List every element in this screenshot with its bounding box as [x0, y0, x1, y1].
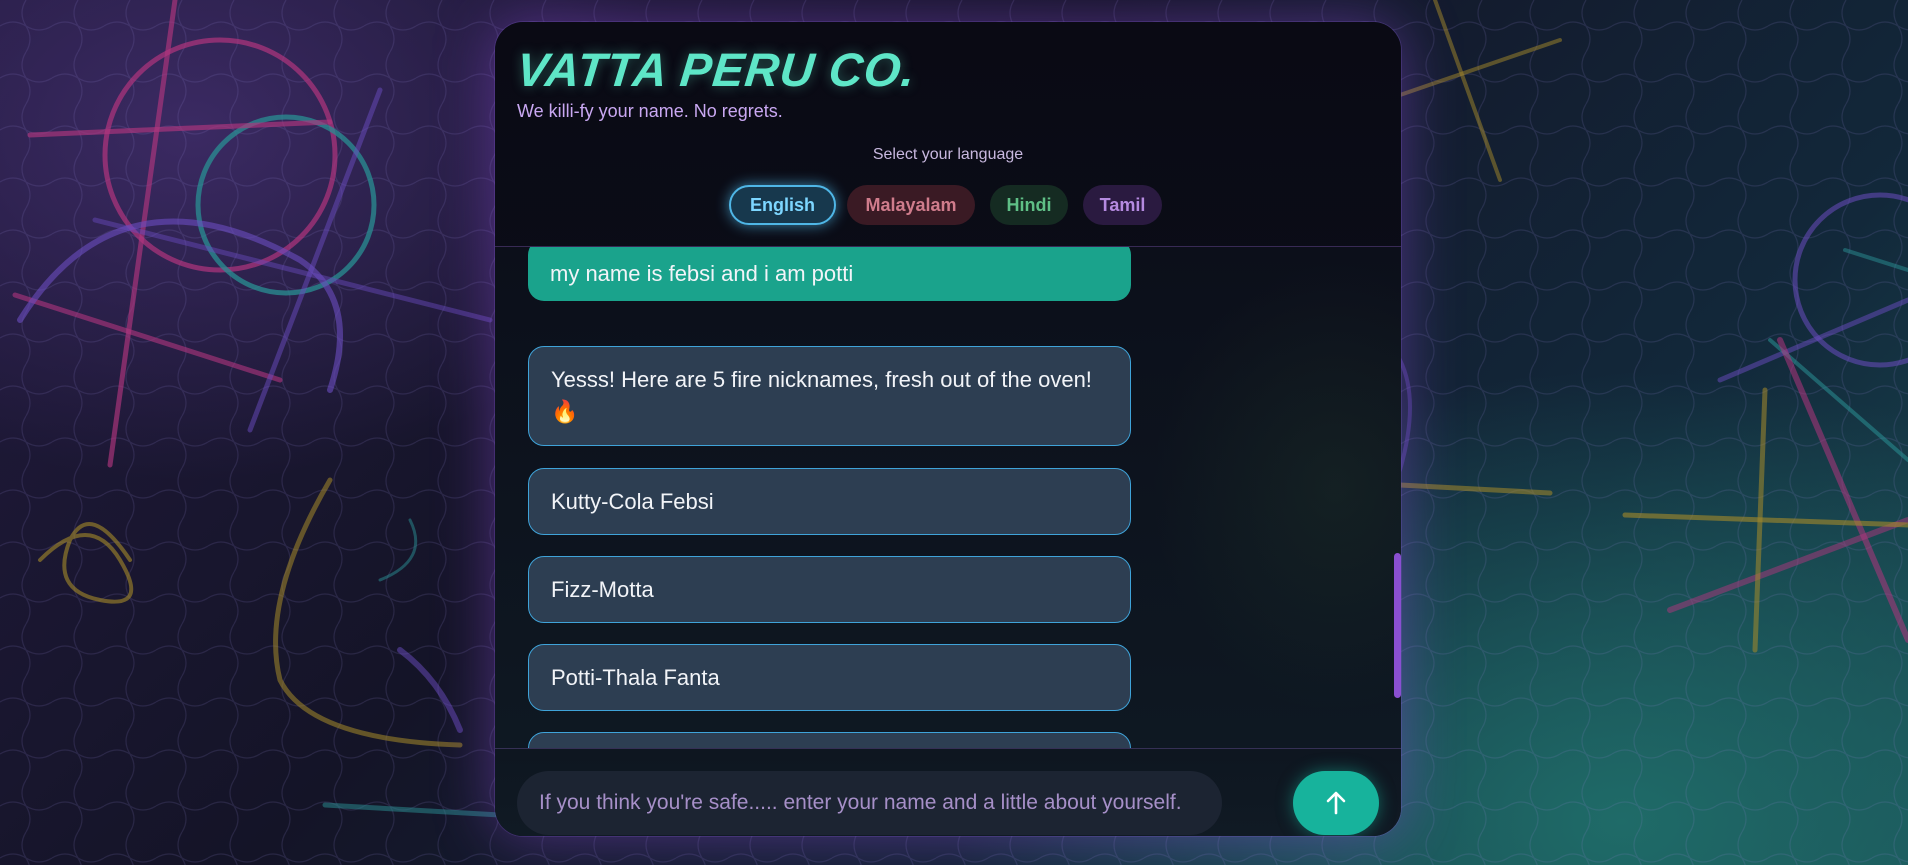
- chat-messages[interactable]: my name is febsi and i am potti Yesss! H…: [495, 247, 1401, 748]
- user-message-text: my name is febsi and i am potti: [550, 261, 854, 286]
- bot-message-bubble: Yesss! Here are 5 fire nicknames, fresh …: [528, 346, 1131, 446]
- language-option-english[interactable]: English: [729, 185, 836, 225]
- nickname-bubble: Kutty-Cola Febsi: [528, 468, 1131, 535]
- send-button[interactable]: [1293, 771, 1379, 835]
- nickname-text: Kutty-Cola Febsi: [551, 488, 714, 514]
- brand-tagline: We killi-fy your name. No regrets.: [517, 101, 783, 121]
- bot-intro-text: Yesss! Here are 5 fire nicknames, fresh …: [551, 367, 1092, 424]
- name-input[interactable]: [517, 771, 1222, 835]
- chat-scrollbar-thumb[interactable]: [1394, 553, 1401, 698]
- nickname-bubble-partial: [528, 732, 1131, 748]
- arrow-up-icon: [1326, 791, 1346, 815]
- language-option-malayalam[interactable]: Malayalam: [847, 185, 975, 225]
- language-label: Select your language: [872, 146, 1024, 163]
- user-message-bubble: my name is febsi and i am potti: [528, 247, 1131, 301]
- nickname-bubble: Fizz-Motta: [528, 556, 1131, 623]
- nickname-text: Potti-Thala Fanta: [551, 664, 720, 690]
- nickname-bubble: Potti-Thala Fanta: [528, 644, 1131, 711]
- brand-title: VATTA PERU CO.: [514, 43, 919, 96]
- app-card: VATTA PERU CO. We killi-fy your name. No…: [495, 22, 1401, 836]
- nickname-text: Fizz-Motta: [551, 576, 654, 602]
- language-option-hindi[interactable]: Hindi: [990, 185, 1068, 225]
- message-composer: [495, 748, 1401, 836]
- app-header: VATTA PERU CO. We killi-fy your name. No…: [495, 22, 1401, 247]
- language-option-tamil[interactable]: Tamil: [1083, 185, 1162, 225]
